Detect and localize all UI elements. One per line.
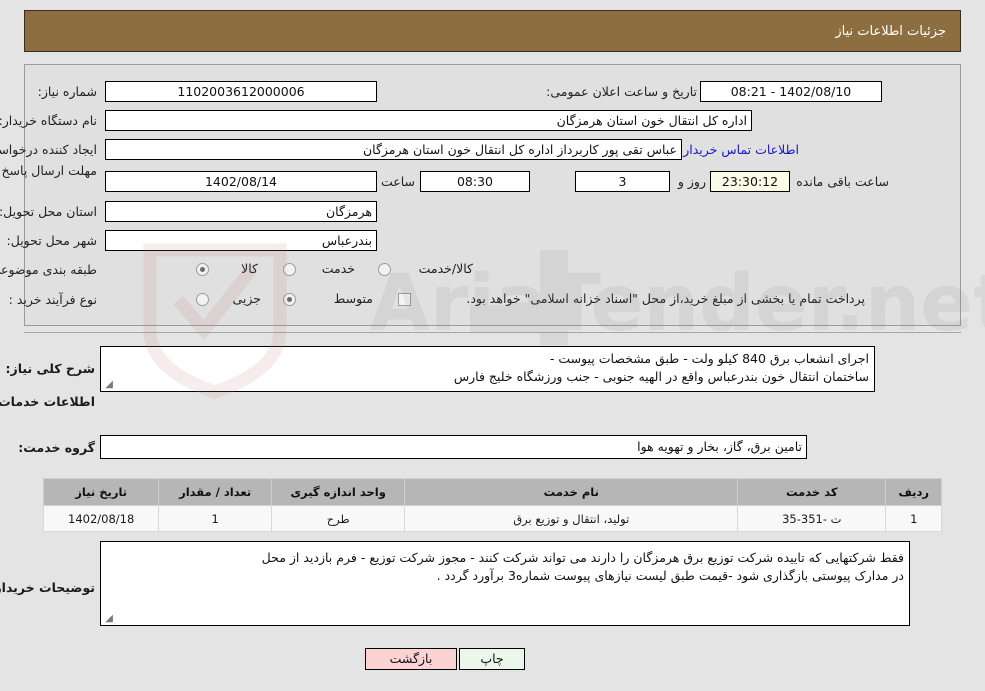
city-label: شهر محل تحویل: (6, 233, 97, 248)
page-header-bar: جزئیات اطلاعات نیاز (24, 10, 961, 52)
page-title: جزئیات اطلاعات نیاز (835, 23, 946, 39)
services-table: ردیف کد خدمت نام خدمت واحد اندازه گیری ت… (42, 478, 942, 532)
process-type-label: نوع فرآیند خرید : (8, 292, 97, 307)
buyer-notes-line-1: فقط شرکتهایی که تاییده شرکت توزیع برق هر… (261, 550, 904, 565)
radio-category-khedmat-label: خدمت (321, 261, 355, 276)
radio-category-kala-khedmat[interactable] (378, 263, 391, 276)
deadline-date-value: 1402/08/14 (105, 171, 377, 192)
services-section-title: اطلاعات خدمات مورد نیاز (0, 394, 95, 409)
col-unit: واحد اندازه گیری (270, 478, 406, 506)
category-label: طبقه بندی موضوعی: (0, 262, 97, 277)
radio-process-jozyi[interactable] (196, 293, 209, 306)
buyer-notes-label: توضیحات خریدار: (0, 580, 95, 595)
buyer-notes-textarea[interactable]: فقط شرکتهایی که تاییده شرکت توزیع برق هر… (100, 541, 910, 626)
service-group-label: گروه خدمت: (18, 440, 95, 455)
need-number-label: شماره نیاز: (37, 84, 97, 99)
resize-grip-icon[interactable]: ◢ (103, 380, 113, 390)
col-qty: تعداد / مقدار (158, 478, 272, 506)
table-row: 1 ت -351-35 تولید، انتقال و توزیع برق طر… (42, 505, 942, 532)
days-and-label: روز و (677, 174, 706, 189)
announce-datetime-value: 1402/08/10 - 08:21 (700, 81, 882, 102)
deadline-label: مهلت ارسال پاسخ: تا تاریخ: (0, 163, 97, 178)
radio-category-khedmat[interactable] (283, 263, 296, 276)
description-line-2: ساختمان انتقال خون بندرعباس واقع در الهی… (453, 369, 869, 384)
buyer-org-value: اداره کل انتقال خون استان هرمزگان (105, 110, 752, 131)
description-label: شرح کلی نیاز: (5, 361, 95, 376)
remaining-suffix-label: ساعت باقی مانده (796, 174, 889, 189)
col-date: تاریخ نیاز (42, 478, 160, 506)
hour-label: ساعت (380, 174, 415, 189)
need-number-value: 1102003612000006 (105, 81, 377, 102)
remaining-days-value: 3 (575, 171, 670, 192)
radio-process-jozyi-label: جزیی (232, 291, 261, 306)
cell-unit: طرح (270, 505, 406, 532)
requester-label: ایجاد کننده درخواست: (0, 142, 97, 157)
buyer-notes-line-2: در مدارک پیوستی بازگذاری شود -قیمت طبق ل… (436, 568, 904, 583)
radio-process-motavaset-label: متوسط (333, 291, 373, 306)
province-value: هرمزگان (105, 201, 377, 222)
treasury-bonds-checkbox[interactable] (398, 293, 411, 306)
service-group-value: تامین برق، گاز، بخار و تهویه هوا (100, 435, 807, 459)
buyer-org-label: نام دستگاه خریدار: (0, 113, 97, 128)
cell-radif: 1 (885, 505, 942, 532)
col-code: کد خدمت (737, 478, 887, 506)
cell-code: ت -351-35 (737, 505, 887, 532)
col-name: نام خدمت (404, 478, 739, 506)
resize-grip-icon[interactable]: ◢ (103, 614, 113, 624)
radio-category-kala[interactable] (196, 263, 209, 276)
radio-process-motavaset[interactable] (283, 293, 296, 306)
print-button[interactable]: چاپ (459, 648, 525, 670)
requester-value: عباس تقی پور کاربرداز اداره کل انتقال خو… (105, 139, 682, 160)
table-header-row: ردیف کد خدمت نام خدمت واحد اندازه گیری ت… (42, 478, 942, 506)
cell-qty: 1 (158, 505, 272, 532)
cell-date: 1402/08/18 (42, 505, 160, 532)
city-value: بندرعباس (105, 230, 377, 251)
panel-divider (24, 332, 961, 333)
radio-category-kala-khedmat-label: کالا/خدمت (418, 261, 473, 276)
page-root: AriaTender.net جزئیات اطلاعات نیاز شماره… (0, 0, 985, 691)
deadline-time-value: 08:30 (420, 171, 530, 192)
back-button[interactable]: بازگشت (365, 648, 457, 670)
radio-category-kala-label: کالا (241, 261, 258, 276)
announce-datetime-label: تاریخ و ساعت اعلان عمومی: (546, 84, 697, 99)
province-label: استان محل تحویل: (0, 204, 97, 219)
col-radif: ردیف (885, 478, 942, 506)
description-line-1: اجرای انشعاب برق 840 کیلو ولت - طبق مشخص… (549, 351, 869, 366)
cell-name: تولید، انتقال و توزیع برق (404, 505, 739, 532)
need-info-panel (24, 64, 961, 326)
buyer-contact-link[interactable]: اطلاعات تماس خریدار (683, 142, 799, 157)
remaining-countdown-value: 23:30:12 (710, 171, 790, 192)
description-textarea[interactable]: اجرای انشعاب برق 840 کیلو ولت - طبق مشخص… (100, 346, 875, 392)
treasury-bonds-note: پرداخت تمام یا بخشی از مبلغ خرید،از محل … (466, 291, 865, 306)
